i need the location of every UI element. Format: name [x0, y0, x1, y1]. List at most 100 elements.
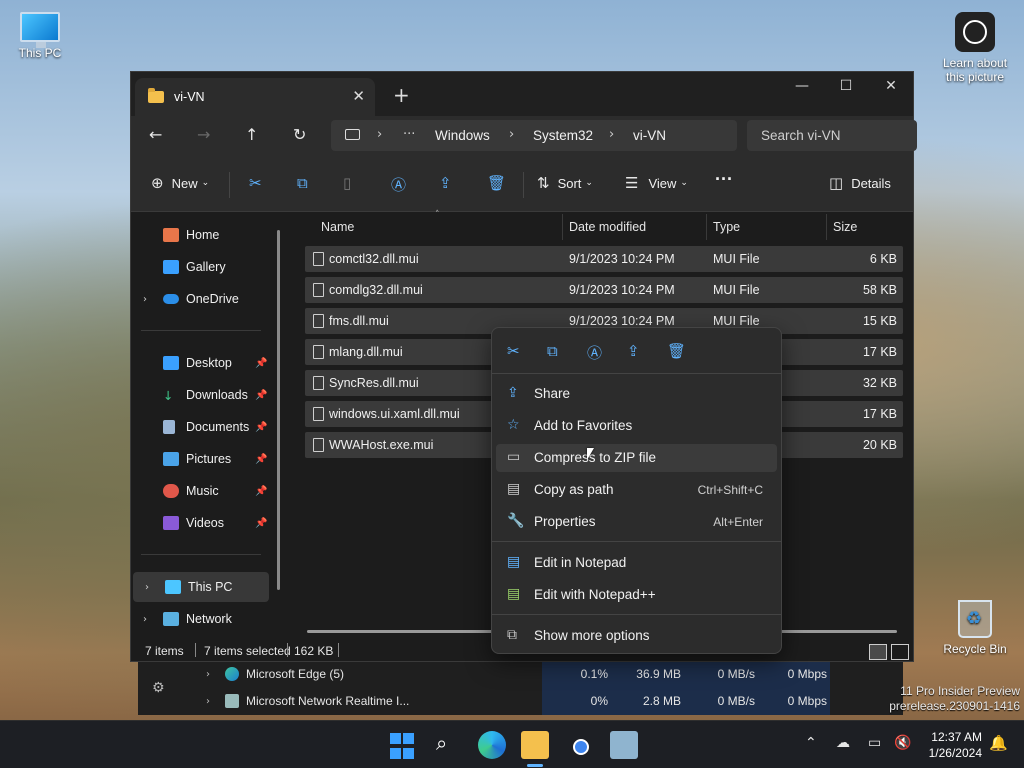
view-button[interactable]: ☰ View ⌄	[625, 174, 688, 192]
edge-icon[interactable]	[478, 731, 506, 759]
menu-item-compress-zip[interactable]: ▭ Compress to ZIP file	[496, 444, 777, 472]
chevron-right-icon[interactable]: ›	[206, 696, 210, 707]
vertical-scrollbar[interactable]	[277, 230, 280, 590]
start-button[interactable]	[390, 733, 418, 761]
chevron-right-icon[interactable]: ›	[143, 614, 147, 625]
sidebar-item-documents[interactable]: Documents 📌	[131, 412, 269, 442]
sidebar-item-gallery[interactable]: Gallery	[131, 252, 269, 282]
chevron-right-icon[interactable]: ›	[145, 582, 149, 593]
cut-icon[interactable]: ✂	[249, 174, 262, 192]
sidebar-item-videos[interactable]: Videos 📌	[131, 508, 269, 538]
notification-bell-icon[interactable]: 🔔	[989, 734, 1008, 752]
divider	[826, 214, 827, 240]
search-box[interactable]: Search vi-VN	[747, 120, 917, 151]
pin-icon[interactable]: 📌	[255, 454, 267, 465]
breadcrumb-system32[interactable]: System32	[533, 128, 593, 143]
breadcrumb-vi-vn[interactable]: vi-VN	[633, 128, 666, 143]
process-disk: 0 MB/s	[717, 694, 755, 708]
taskbar: ⌕ ⌃ ☁ ▭ 🔇 12:37 AM 1/26/2024 🔔	[0, 720, 1024, 768]
menu-item-label: Copy as path	[534, 482, 614, 497]
up-button[interactable]: ↑	[245, 125, 258, 144]
menu-item-edit-notepad[interactable]: ▤ Edit in Notepad	[496, 549, 777, 577]
sidebar-item-this-pc[interactable]: › This PC	[133, 572, 269, 602]
paste-icon[interactable]: ▯	[343, 174, 351, 192]
column-size[interactable]: Size	[833, 220, 857, 234]
chevron-right-icon[interactable]: ›	[143, 294, 147, 305]
file-row[interactable]: comctl32.dll.mui 9/1/2023 10:24 PM MUI F…	[305, 246, 903, 272]
menu-item-copy-as-path[interactable]: ▤ Copy as path Ctrl+Shift+C	[496, 476, 777, 504]
file-explorer-icon[interactable]	[521, 731, 549, 759]
cut-icon[interactable]: ✂	[507, 342, 520, 360]
delete-icon[interactable]: 🗑	[487, 174, 506, 192]
menu-item-show-more-options[interactable]: ⧉ Show more options	[496, 622, 777, 650]
network-icon[interactable]: ▭	[868, 735, 881, 751]
volume-icon[interactable]: 🔇	[894, 735, 911, 751]
sidebar-item-desktop[interactable]: Desktop 📌	[131, 348, 269, 378]
sidebar-item-music[interactable]: Music 📌	[131, 476, 269, 506]
menu-item-share[interactable]: ⇪ Share	[496, 380, 777, 408]
pin-icon[interactable]: 📌	[255, 390, 267, 401]
share-icon[interactable]: ⇪	[627, 342, 640, 360]
chevron-right-icon[interactable]: ›	[609, 127, 614, 142]
maximize-button[interactable]: ☐	[823, 78, 869, 94]
more-options-icon[interactable]: ···	[715, 169, 733, 190]
process-memory: 2.8 MB	[642, 694, 681, 708]
share-icon: ⇪	[507, 385, 519, 401]
sidebar-item-onedrive[interactable]: › OneDrive	[131, 284, 269, 314]
pin-icon[interactable]: 📌	[255, 486, 267, 497]
breadcrumb-windows[interactable]: Windows	[435, 128, 490, 143]
process-row[interactable]: › Microsoft Network Realtime I... 0% 2.8…	[138, 687, 903, 715]
close-tab-icon[interactable]: ✕	[352, 87, 365, 105]
close-window-button[interactable]: ✕	[868, 78, 914, 94]
process-row[interactable]: › Microsoft Edge (5) 0.1% 36.9 MB 0 MB/s…	[138, 660, 903, 688]
column-type[interactable]: Type	[713, 220, 740, 234]
share-icon[interactable]: ⇪	[439, 174, 452, 192]
menu-item-properties[interactable]: 🔧 Properties Alt+Enter	[496, 508, 777, 536]
menu-item-edit-notepadpp[interactable]: ▤ Edit with Notepad++	[496, 581, 777, 609]
back-button[interactable]: ←	[149, 125, 162, 144]
sidebar-item-network[interactable]: › Network	[131, 604, 269, 634]
onedrive-icon[interactable]: ☁	[836, 735, 850, 751]
selected-count: 7 items selected	[204, 644, 291, 658]
menu-item-add-to-favorites[interactable]: ☆ Add to Favorites	[496, 412, 777, 440]
task-manager-icon[interactable]	[610, 731, 638, 759]
chevron-up-icon[interactable]: ⌃	[805, 735, 817, 751]
copy-icon[interactable]: ⧉	[297, 174, 308, 192]
column-name[interactable]: Name	[321, 220, 354, 234]
tab-vi-vn[interactable]: vi-VN ✕	[135, 78, 375, 116]
pin-icon[interactable]: 📌	[255, 518, 267, 529]
sidebar-item-downloads[interactable]: ↓ Downloads 📌	[131, 380, 269, 410]
file-row[interactable]: comdlg32.dll.mui 9/1/2023 10:24 PM MUI F…	[305, 277, 903, 303]
file-type: MUI File	[713, 314, 760, 328]
forward-button[interactable]: →	[197, 125, 210, 144]
system-clock[interactable]: 12:37 AM 1/26/2024	[918, 729, 982, 761]
refresh-button[interactable]: ↻	[293, 125, 306, 144]
rename-icon[interactable]: Ⓐ	[587, 342, 602, 363]
address-bar[interactable]: › ··· Windows › System32 › vi-VN	[331, 120, 737, 151]
menu-item-label: Compress to ZIP file	[534, 450, 657, 465]
details-view-button[interactable]	[869, 644, 887, 660]
column-date-modified[interactable]: Date modified	[569, 220, 646, 234]
sidebar-item-pictures[interactable]: Pictures 📌	[131, 444, 269, 474]
chevron-right-icon[interactable]: ›	[509, 127, 514, 142]
search-icon[interactable]: ⌕	[436, 731, 464, 759]
more-locations-icon[interactable]: ···	[403, 127, 415, 142]
new-button[interactable]: ⊕ New ⌄	[151, 174, 209, 192]
rename-icon[interactable]: Ⓐ	[391, 174, 406, 195]
tiles-view-button[interactable]	[891, 644, 909, 660]
copy-icon[interactable]: ⧉	[547, 342, 558, 360]
details-button[interactable]: ◫ Details	[829, 174, 891, 192]
chevron-right-icon[interactable]: ›	[206, 669, 210, 680]
new-tab-button[interactable]: +	[393, 83, 410, 107]
pin-icon[interactable]: 📌	[255, 422, 267, 433]
minimize-button[interactable]: —	[779, 78, 825, 94]
pin-icon[interactable]: 📌	[255, 358, 267, 369]
desktop-icon-learn-picture[interactable]: Learn about this picture	[934, 12, 1016, 84]
divider	[195, 643, 196, 657]
desktop-icon-recycle-bin[interactable]: Recycle Bin	[935, 600, 1015, 656]
sidebar-item-home[interactable]: Home	[131, 220, 269, 250]
chevron-right-icon[interactable]: ›	[377, 127, 382, 142]
delete-icon[interactable]: 🗑	[667, 342, 686, 360]
desktop-icon-this-pc[interactable]: This PC	[0, 12, 80, 60]
sort-button[interactable]: ⇅ Sort ⌄	[537, 174, 593, 192]
